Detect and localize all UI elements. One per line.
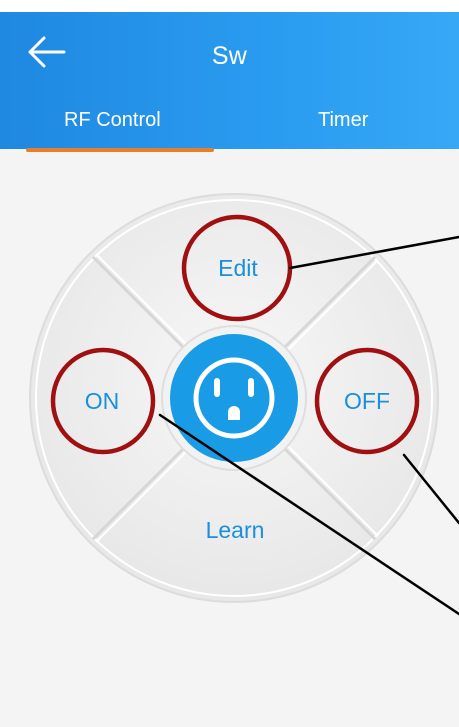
on-button[interactable]: ON bbox=[62, 388, 142, 415]
app-screen: Sw RF Control Timer Edit ON OFF Learn bbox=[0, 0, 459, 727]
learn-button[interactable]: Learn bbox=[180, 517, 290, 544]
center-plug-button[interactable] bbox=[170, 334, 298, 462]
off-button[interactable]: OFF bbox=[322, 388, 412, 415]
edit-button[interactable]: Edit bbox=[193, 255, 283, 282]
